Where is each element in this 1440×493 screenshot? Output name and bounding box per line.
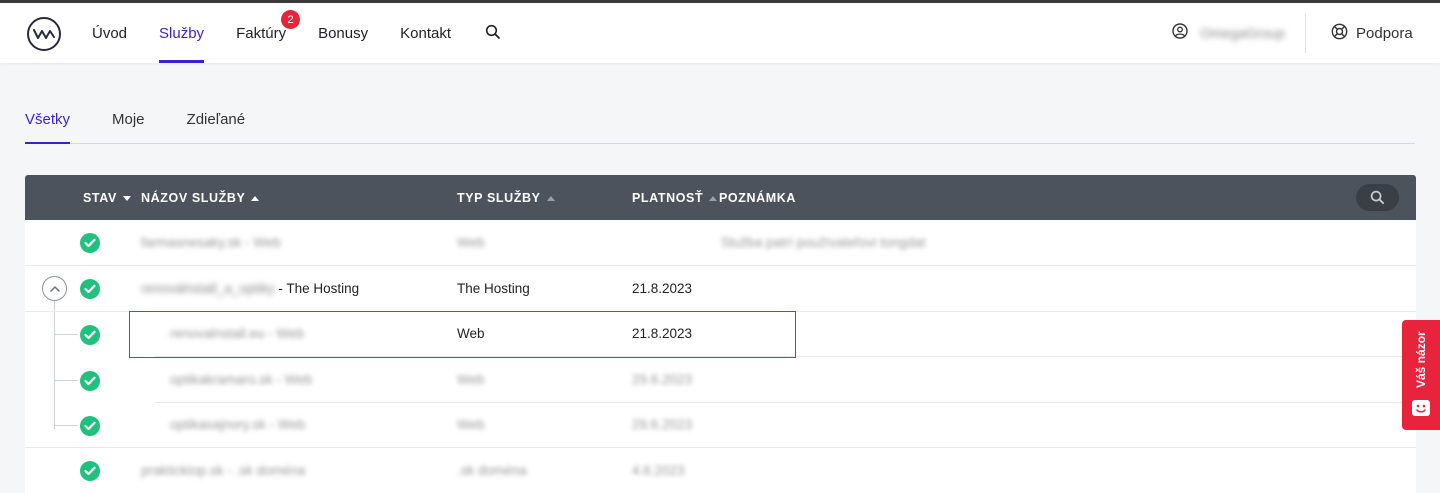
nav-label: Bonusy xyxy=(318,24,369,42)
check-icon xyxy=(80,461,100,481)
top-header: Úvod Služby Faktúry 2 Bonusy Kontakt Ome… xyxy=(0,3,1440,63)
service-name[interactable]: optikakramaro.sk - Web xyxy=(170,372,312,387)
service-type: .sk doména xyxy=(457,463,527,478)
service-type: Web xyxy=(457,326,485,341)
column-status[interactable]: STAV xyxy=(83,191,131,205)
table-row[interactable]: optikasajnory.sk - Web Web 29.6.2023 xyxy=(155,402,1416,448)
column-label: TYP SLUŽBY xyxy=(457,191,541,205)
service-type: Web xyxy=(457,235,485,250)
service-name: renovalnstall_a_optiky xyxy=(141,281,275,296)
table-search-button[interactable] xyxy=(1356,184,1399,211)
tab-moje[interactable]: Moje xyxy=(112,97,145,143)
column-validity[interactable]: PLATNOSŤ xyxy=(632,191,718,205)
nav-label: Faktúry xyxy=(236,24,287,42)
nav-item-sluzby[interactable]: Služby xyxy=(159,3,205,63)
nav-item-faktury[interactable]: Faktúry 2 xyxy=(236,3,301,63)
smiley-icon xyxy=(1412,400,1430,416)
tab-vsetky[interactable]: Všetky xyxy=(25,97,71,144)
services-table: STAV NÁZOV SLUŽBY TYP SLUŽBY PLATNOSŤ PO… xyxy=(25,175,1416,493)
tree-connector xyxy=(54,299,55,429)
check-icon xyxy=(80,325,100,345)
logo-icon[interactable] xyxy=(27,17,61,51)
search-icon xyxy=(1370,190,1385,205)
column-label: NÁZOV SLUŽBY xyxy=(141,191,246,205)
support-button[interactable]: Podpora xyxy=(1331,23,1413,44)
service-name[interactable]: optikasajnory.sk - Web xyxy=(170,417,305,432)
column-label: STAV xyxy=(83,191,117,205)
user-name: OmegaGroup xyxy=(1200,24,1285,41)
nav-item-uvod[interactable]: Úvod xyxy=(92,3,127,63)
nav-item-kontakt[interactable]: Kontakt xyxy=(400,3,451,63)
check-icon xyxy=(80,416,100,436)
service-name-group[interactable]: renovalnstall_a_optiky - The Hosting xyxy=(141,281,359,296)
service-name-suffix: - The Hosting xyxy=(278,281,360,296)
nav-label: Kontakt xyxy=(400,24,451,42)
tree-connector xyxy=(54,425,78,426)
check-icon xyxy=(80,279,100,299)
chevron-up-icon xyxy=(49,286,60,292)
user-account[interactable]: OmegaGroup xyxy=(1172,23,1285,42)
user-icon xyxy=(1172,23,1188,42)
column-label: PLATNOSŤ xyxy=(632,191,704,205)
service-validity: 4.6.2023 xyxy=(632,463,685,478)
sort-desc-icon xyxy=(122,195,131,201)
column-type[interactable]: TYP SLUŽBY xyxy=(457,191,555,205)
nav-item-bonusy[interactable]: Bonusy xyxy=(318,3,368,63)
table-row[interactable]: renovalnstall_a_optiky - The Hosting The… xyxy=(25,266,1416,312)
column-name[interactable]: NÁZOV SLUŽBY xyxy=(141,191,260,205)
check-icon xyxy=(80,233,100,253)
column-label: POZNÁMKA xyxy=(719,191,797,205)
table-row[interactable]: renovalnstall.eu - Web Web 21.8.2023 xyxy=(155,311,1416,357)
feedback-label: Váš názor xyxy=(1414,331,1428,388)
collapse-button[interactable] xyxy=(42,276,67,301)
nav-label: Úvod xyxy=(92,24,128,42)
table-row[interactable]: optikakramaro.sk - Web Web 29.6.2023 xyxy=(155,357,1416,403)
service-type: Web xyxy=(457,372,485,387)
lifebuoy-icon xyxy=(1331,23,1348,44)
search-icon[interactable] xyxy=(485,24,501,40)
sort-asc-icon xyxy=(709,195,718,201)
service-name[interactable]: prakticktop.sk - .sk doména xyxy=(141,463,305,478)
service-name[interactable]: farmasnesaky.sk - Web xyxy=(141,235,281,250)
support-label: Podpora xyxy=(1356,25,1413,42)
service-type: Web xyxy=(457,417,485,432)
service-note: Služba patrí používateľovi tongdat xyxy=(721,235,926,250)
service-validity: 29.6.2023 xyxy=(632,372,693,387)
sort-asc-icon xyxy=(251,195,260,201)
service-name[interactable]: renovalnstall.eu - Web xyxy=(170,326,304,341)
check-icon xyxy=(80,371,100,391)
column-note[interactable]: POZNÁMKA xyxy=(719,191,796,205)
table-header: STAV NÁZOV SLUŽBY TYP SLUŽBY PLATNOSŤ PO… xyxy=(25,175,1416,220)
table-row[interactable]: prakticktop.sk - .sk doména .sk doména 4… xyxy=(25,448,1416,493)
service-type: The Hosting xyxy=(457,281,530,296)
feedback-button[interactable]: Váš názor xyxy=(1402,320,1440,430)
tree-connector xyxy=(54,334,78,335)
tree-connector xyxy=(54,380,78,381)
nav-label: Služby xyxy=(159,24,205,42)
header-divider xyxy=(1305,13,1306,53)
sort-asc-icon xyxy=(546,195,555,201)
service-filter-tabs: Všetky Moje Zdieľané xyxy=(25,97,1415,144)
tab-zdielane[interactable]: Zdieľané xyxy=(187,97,246,143)
service-validity: 21.8.2023 xyxy=(632,326,693,341)
invoice-count-badge: 2 xyxy=(281,10,301,29)
service-validity: 21.8.2023 xyxy=(632,281,693,296)
service-validity: 29.6.2023 xyxy=(632,417,693,432)
table-row[interactable]: farmasnesaky.sk - Web Web Služba patrí p… xyxy=(25,220,1416,266)
main-nav: Úvod Služby Faktúry 2 Bonusy Kontakt xyxy=(92,3,483,63)
